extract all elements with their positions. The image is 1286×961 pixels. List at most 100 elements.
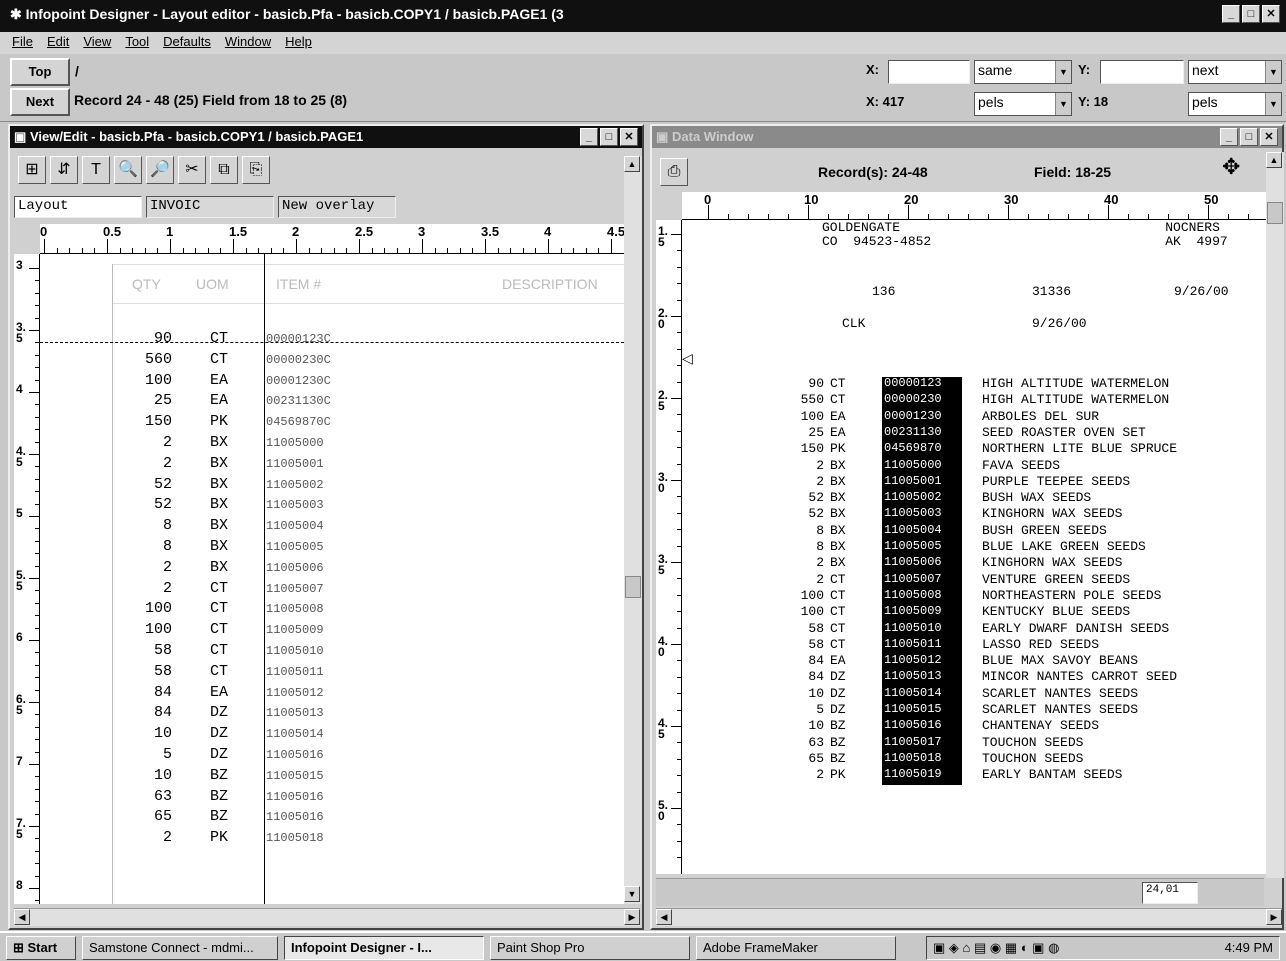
- scroll-thumb[interactable]: [1267, 202, 1283, 224]
- uom-cell: BZ: [210, 787, 229, 805]
- item-cell-selected[interactable]: 11005007: [884, 572, 942, 586]
- item-cell-selected[interactable]: 11005005: [884, 539, 942, 553]
- window-icon: ▣: [14, 129, 27, 144]
- cut-icon[interactable]: ✂: [178, 156, 206, 184]
- y-unit-select[interactable]: pels ▼: [1188, 92, 1282, 116]
- x-unit-select[interactable]: pels ▼: [974, 92, 1072, 116]
- menu-item-view[interactable]: View: [83, 34, 111, 54]
- uom-cell: EA: [830, 424, 846, 440]
- paste-icon[interactable]: ⎘: [242, 156, 270, 184]
- column-header: QTY: [132, 276, 161, 292]
- y-mode-select[interactable]: next ▼: [1188, 60, 1282, 84]
- x-unit-value: pels: [978, 94, 1004, 110]
- y-input[interactable]: [1100, 60, 1184, 84]
- menu-item-window[interactable]: Window: [225, 34, 271, 54]
- data-tool-icon[interactable]: ⎙: [660, 158, 688, 186]
- maximize-button[interactable]: □: [1240, 128, 1258, 146]
- item-cell-selected[interactable]: 11005015: [884, 702, 942, 716]
- minimize-button[interactable]: _: [1220, 128, 1238, 146]
- item-cell-selected[interactable]: 11005004: [884, 523, 942, 537]
- ruler-label: 0: [704, 192, 712, 207]
- item-cell-selected[interactable]: 04569870: [884, 441, 942, 455]
- scroll-up-icon[interactable]: ▲: [1266, 152, 1282, 168]
- text-tool-icon[interactable]: T: [82, 156, 110, 184]
- minimize-button[interactable]: _: [580, 128, 598, 146]
- item-cell-selected[interactable]: 11005011: [884, 637, 942, 651]
- menu-item-help[interactable]: Help: [285, 34, 312, 54]
- data-horizontal-scrollbar[interactable]: ◀ ▶: [656, 908, 1282, 926]
- item-cell-selected[interactable]: 11005019: [884, 767, 942, 781]
- item-cell-selected[interactable]: 11005006: [884, 555, 942, 569]
- maximize-button[interactable]: □: [600, 128, 618, 146]
- scroll-up-icon[interactable]: ▲: [624, 156, 640, 172]
- ruler-minor-tick: [35, 354, 39, 356]
- uom-cell: EA: [210, 683, 229, 701]
- menu-item-edit[interactable]: Edit: [47, 34, 69, 54]
- item-cell-selected[interactable]: 00001230: [884, 409, 942, 423]
- item-cell: 00231130C: [266, 394, 331, 409]
- task-button[interactable]: Adobe FrameMaker: [696, 936, 896, 960]
- zoom-out-icon[interactable]: 🔎: [146, 156, 174, 184]
- item-cell-selected[interactable]: 11005008: [884, 588, 942, 602]
- item-cell-selected[interactable]: 11005014: [884, 686, 942, 700]
- move-tool-icon[interactable]: ⇵: [50, 156, 78, 184]
- close-button[interactable]: ✕: [620, 128, 638, 146]
- close-button[interactable]: ✕: [1260, 128, 1278, 146]
- start-button[interactable]: ⊞ Start: [6, 936, 76, 960]
- scroll-right-icon[interactable]: ▶: [1266, 909, 1282, 925]
- ruler-tick: [296, 239, 297, 253]
- navigator-icon[interactable]: ✥: [1222, 154, 1240, 180]
- item-cell-selected[interactable]: 11005016: [884, 718, 942, 732]
- scroll-down-icon[interactable]: ▼: [624, 886, 640, 902]
- ruler-minor-tick: [333, 248, 335, 253]
- item-cell-selected[interactable]: 11005012: [884, 653, 942, 667]
- task-button[interactable]: Infopoint Designer - I...: [284, 936, 484, 960]
- minimize-button[interactable]: _: [1222, 5, 1240, 23]
- item-cell-selected[interactable]: 11005013: [884, 669, 942, 683]
- item-cell-selected[interactable]: 11005009: [884, 604, 942, 618]
- layout-tool-icon[interactable]: ⊞: [18, 156, 46, 184]
- data-canvas[interactable]: GOLDENGATE NOCNERS CO 94523-4852 AK 4997…: [682, 220, 1266, 874]
- ruler-minor-tick: [677, 775, 681, 777]
- top-button[interactable]: Top: [10, 58, 70, 86]
- scroll-left-icon[interactable]: ◀: [14, 909, 30, 925]
- item-cell-selected[interactable]: 11005001: [884, 474, 942, 488]
- next-button[interactable]: Next: [10, 88, 70, 116]
- scroll-thumb[interactable]: [625, 576, 641, 598]
- scroll-left-icon[interactable]: ◀: [656, 909, 672, 925]
- copy-icon[interactable]: ⧉: [210, 156, 238, 184]
- tab-new-overlay[interactable]: New overlay: [278, 196, 396, 218]
- x-mode-select[interactable]: same ▼: [974, 60, 1072, 84]
- uom-cell: BX: [210, 538, 229, 555]
- zoom-in-icon[interactable]: 🔍: [114, 156, 142, 184]
- item-cell-selected[interactable]: 11005003: [884, 506, 942, 520]
- horizontal-scrollbar[interactable]: ◀ ▶: [14, 908, 640, 926]
- task-button[interactable]: Paint Shop Pro: [490, 936, 690, 960]
- description-cell: NORTHEASTERN POLE SEEDS: [982, 587, 1162, 603]
- close-button[interactable]: ✕: [1262, 5, 1280, 23]
- maximize-button[interactable]: □: [1242, 5, 1260, 23]
- tab-invoic[interactable]: INVOIC: [146, 196, 274, 218]
- x-input[interactable]: [888, 60, 970, 84]
- tab-layout[interactable]: Layout: [14, 196, 142, 218]
- item-cell-selected[interactable]: 00000230: [884, 392, 942, 406]
- item-cell-selected[interactable]: 11005010: [884, 621, 942, 635]
- layout-canvas[interactable]: QTY UOM ITEM # DESCRIPTION 90 CT 00000123C 560…: [40, 254, 624, 904]
- item-cell-selected[interactable]: 11005000: [884, 458, 942, 472]
- data-vertical-scrollbar[interactable]: ▲: [1266, 152, 1284, 878]
- menu-bar: File Edit View Tool Defaults Window Help: [0, 32, 1286, 54]
- vertical-scrollbar[interactable]: ▲ ▼: [624, 156, 642, 904]
- item-cell-selected[interactable]: 00231130: [884, 425, 942, 439]
- ruler-minor-tick: [728, 214, 729, 219]
- item-cell-selected[interactable]: 11005017: [884, 735, 942, 749]
- item-cell-selected[interactable]: 00000123: [884, 376, 942, 390]
- task-button[interactable]: Samstone Connect - mdmi...: [82, 936, 278, 960]
- menu-item-tool[interactable]: Tool: [125, 34, 149, 54]
- data-window-title: Data Window: [672, 129, 754, 144]
- item-cell-selected[interactable]: 11005018: [884, 751, 942, 765]
- item-cell-selected[interactable]: 11005002: [884, 490, 942, 504]
- scroll-right-icon[interactable]: ▶: [624, 909, 640, 925]
- menu-item-file[interactable]: File: [12, 34, 33, 54]
- menu-item-defaults[interactable]: Defaults: [163, 34, 211, 54]
- uom-cell: BX: [210, 454, 229, 472]
